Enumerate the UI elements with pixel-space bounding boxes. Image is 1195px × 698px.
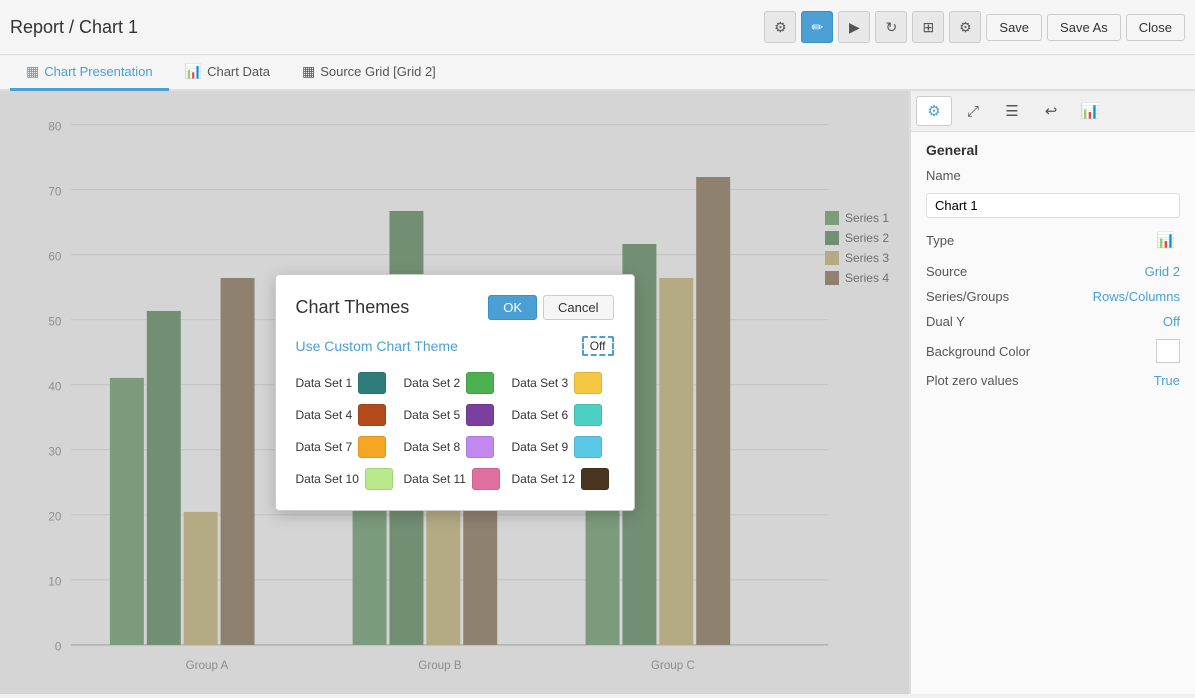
panel-tab-general[interactable]: ⚙ xyxy=(916,96,952,126)
source-label: Source xyxy=(926,264,1145,279)
dataset-color-10[interactable] xyxy=(365,468,393,490)
dataset-label-6: Data Set 6 xyxy=(512,408,569,422)
dataset-label-9: Data Set 9 xyxy=(512,440,569,454)
dataset-item-2: Data Set 2 xyxy=(404,372,506,394)
modal-action-buttons: OK Cancel xyxy=(488,295,613,320)
dataset-label-7: Data Set 7 xyxy=(296,440,353,454)
dataset-item-6: Data Set 6 xyxy=(512,404,614,426)
name-label: Name xyxy=(926,168,1180,183)
save-as-button[interactable]: Save As xyxy=(1047,14,1121,41)
dataset-color-7[interactable] xyxy=(358,436,386,458)
dataset-color-4[interactable] xyxy=(358,404,386,426)
chart-presentation-icon: ▦ xyxy=(26,63,39,80)
panel-type-row: Type 📊 xyxy=(926,226,1180,254)
panel-dual-y-row: Dual Y Off xyxy=(926,314,1180,329)
dual-y-value[interactable]: Off xyxy=(1163,314,1180,329)
series-groups-value[interactable]: Rows/Columns xyxy=(1093,289,1180,304)
series-groups-label: Series/Groups xyxy=(926,289,1093,304)
dataset-item-9: Data Set 9 xyxy=(512,436,614,458)
chart-type-icon[interactable]: 📊 xyxy=(1152,226,1180,254)
chart-data-icon: 📊 xyxy=(185,63,202,80)
tab-chart-data[interactable]: 📊 Chart Data xyxy=(169,55,286,91)
dataset-label-2: Data Set 2 xyxy=(404,376,461,390)
dataset-color-12[interactable] xyxy=(581,468,609,490)
dual-y-label: Dual Y xyxy=(926,314,1163,329)
source-value[interactable]: Grid 2 xyxy=(1145,264,1180,279)
dataset-color-6[interactable] xyxy=(574,404,602,426)
header: Report / Chart 1 ⚙ ✏ ▶ ↻ ⊞ ⚙ Save Save A… xyxy=(0,0,1195,55)
play-icon-btn[interactable]: ▶ xyxy=(838,11,870,43)
settings-icon-btn[interactable]: ⚙ xyxy=(764,11,796,43)
right-panel: ⚙ ⤢ ☰ ↩ 📊 General Name Type 📊 Source Gri… xyxy=(910,91,1195,694)
dataset-label-4: Data Set 4 xyxy=(296,408,353,422)
source-grid-icon: ▦ xyxy=(302,63,315,80)
dataset-item-7: Data Set 7 xyxy=(296,436,398,458)
panel-general-section: General Name Type 📊 Source Grid 2 Series… xyxy=(911,132,1195,408)
dataset-item-8: Data Set 8 xyxy=(404,436,506,458)
dataset-item-5: Data Set 5 xyxy=(404,404,506,426)
dataset-item-4: Data Set 4 xyxy=(296,404,398,426)
bgcolor-swatch[interactable] xyxy=(1156,339,1180,363)
refresh-icon-btn[interactable]: ↻ xyxy=(875,11,907,43)
tab-source-grid[interactable]: ▦ Source Grid [Grid 2] xyxy=(286,55,452,91)
dataset-item-10: Data Set 10 xyxy=(296,468,398,490)
dataset-color-11[interactable] xyxy=(472,468,500,490)
dataset-color-5[interactable] xyxy=(466,404,494,426)
chart-container: 80 70 60 50 40 30 20 10 0 xyxy=(0,91,910,694)
panel-bgcolor-row: Background Color xyxy=(926,339,1180,363)
panel-series-groups-row: Series/Groups Rows/Columns xyxy=(926,289,1180,304)
panel-tab-list[interactable]: ☰ xyxy=(994,96,1030,126)
tab-chart-presentation[interactable]: ▦ Chart Presentation xyxy=(10,55,169,91)
page-title: Report / Chart 1 xyxy=(10,17,138,38)
dataset-color-8[interactable] xyxy=(466,436,494,458)
modal-overlay: Chart Themes OK Cancel Use Custom Chart … xyxy=(0,91,909,694)
plot-zero-label: Plot zero values xyxy=(926,373,1154,388)
ok-button[interactable]: OK xyxy=(488,295,537,320)
panel-name-row: Name xyxy=(926,168,1180,183)
dataset-item-11: Data Set 11 xyxy=(404,468,506,490)
dataset-item-1: Data Set 1 xyxy=(296,372,398,394)
dataset-label-5: Data Set 5 xyxy=(404,408,461,422)
close-button[interactable]: Close xyxy=(1126,14,1185,41)
dataset-color-9[interactable] xyxy=(574,436,602,458)
panel-tab-expand[interactable]: ⤢ xyxy=(955,96,991,126)
expand-icon-btn[interactable]: ⊞ xyxy=(912,11,944,43)
dataset-label-10: Data Set 10 xyxy=(296,472,359,486)
save-button[interactable]: Save xyxy=(986,14,1042,41)
dataset-color-3[interactable] xyxy=(574,372,602,394)
dataset-color-2[interactable] xyxy=(466,372,494,394)
custom-theme-row: Use Custom Chart Theme Off xyxy=(296,336,614,356)
bgcolor-label: Background Color xyxy=(926,344,1156,359)
datasets-grid: Data Set 1 Data Set 2 Data Set 3 Data Set 4… xyxy=(296,372,614,490)
edit-icon-btn[interactable]: ✏ xyxy=(801,11,833,43)
dataset-label-8: Data Set 8 xyxy=(404,440,461,454)
panel-plot-zero-row: Plot zero values True xyxy=(926,373,1180,388)
header-toolbar: ⚙ ✏ ▶ ↻ ⊞ ⚙ Save Save As Close xyxy=(764,11,1185,43)
custom-theme-label: Use Custom Chart Theme xyxy=(296,338,458,354)
general-section-title: General xyxy=(926,142,1180,158)
main-tabs: ▦ Chart Presentation 📊 Chart Data ▦ Sour… xyxy=(0,55,1195,91)
plot-zero-value[interactable]: True xyxy=(1154,373,1180,388)
main-area: 80 70 60 50 40 30 20 10 0 xyxy=(0,91,1195,694)
panel-tabs: ⚙ ⤢ ☰ ↩ 📊 xyxy=(911,91,1195,132)
dataset-label-1: Data Set 1 xyxy=(296,376,353,390)
custom-theme-toggle[interactable]: Off xyxy=(582,336,614,356)
dataset-label-12: Data Set 12 xyxy=(512,472,575,486)
modal-title: Chart Themes xyxy=(296,297,410,318)
cancel-button[interactable]: Cancel xyxy=(543,295,613,320)
dataset-item-12: Data Set 12 xyxy=(512,468,614,490)
modal-header: Chart Themes OK Cancel xyxy=(296,295,614,320)
chart-themes-modal: Chart Themes OK Cancel Use Custom Chart … xyxy=(275,274,635,511)
dataset-label-3: Data Set 3 xyxy=(512,376,569,390)
dataset-item-3: Data Set 3 xyxy=(512,372,614,394)
panel-source-row: Source Grid 2 xyxy=(926,264,1180,279)
panel-tab-back[interactable]: ↩ xyxy=(1033,96,1069,126)
panel-tab-chart[interactable]: 📊 xyxy=(1072,96,1108,126)
type-label: Type xyxy=(926,233,1152,248)
name-input[interactable] xyxy=(926,193,1180,218)
dataset-label-11: Data Set 11 xyxy=(404,472,466,486)
dataset-color-1[interactable] xyxy=(358,372,386,394)
config-icon-btn[interactable]: ⚙ xyxy=(949,11,981,43)
